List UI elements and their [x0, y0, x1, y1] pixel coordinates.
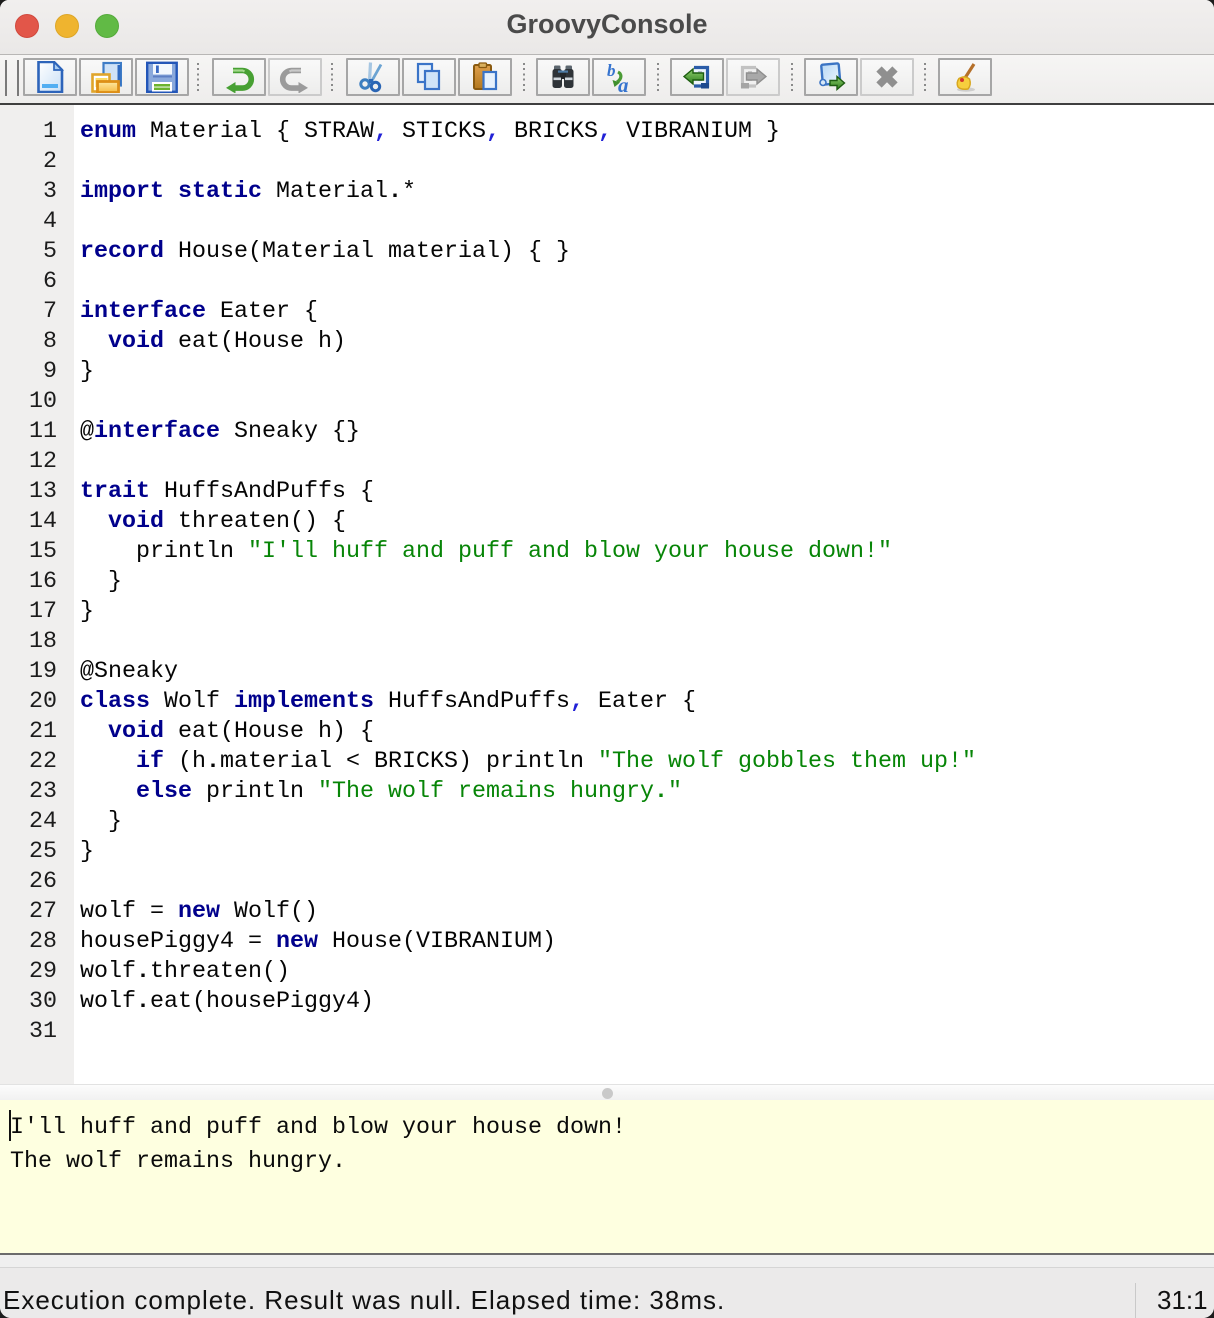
svg-text:b: b [607, 61, 616, 80]
